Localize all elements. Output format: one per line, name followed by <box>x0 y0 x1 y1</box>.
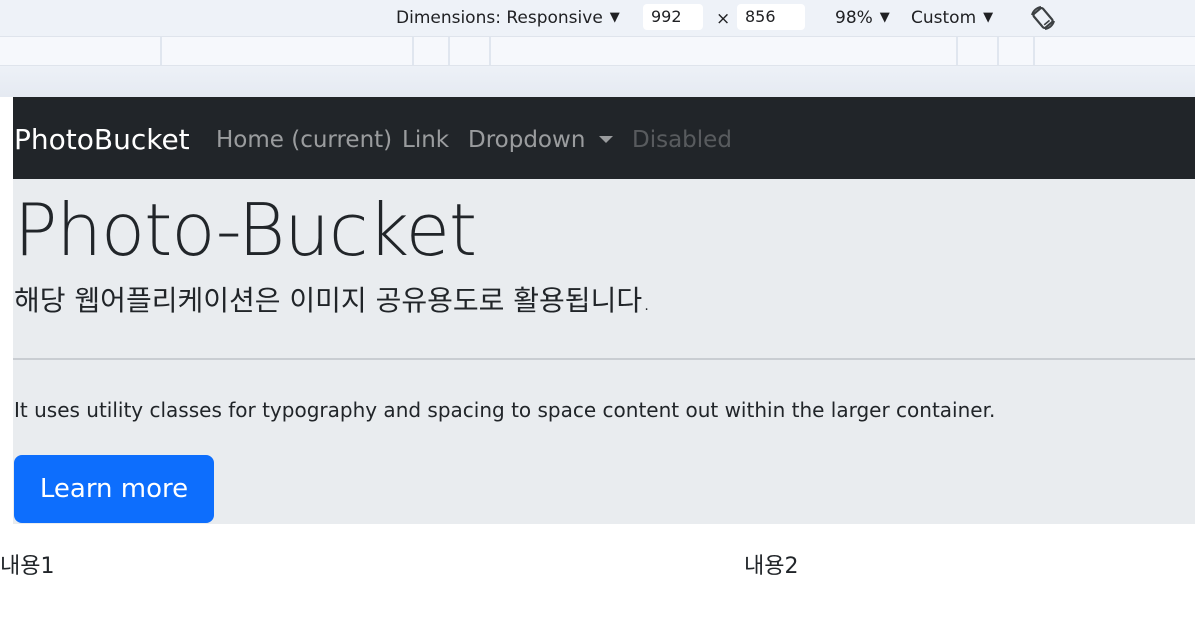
column-1-text: 내용1 <box>0 554 55 579</box>
nav-dropdown[interactable]: Dropdown <box>468 97 614 179</box>
navbar: PhotoBucket Home (current) Link Dropdown… <box>13 97 1195 179</box>
page-viewport: PhotoBucket Home (current) Link Dropdown… <box>13 97 1195 624</box>
caret-down-icon <box>599 136 614 143</box>
ruler-divider <box>956 37 958 65</box>
caret-down-icon: ▼ <box>983 10 994 25</box>
ruler-divider <box>448 37 450 65</box>
jumbotron-text: It uses utility classes for typography a… <box>14 398 996 422</box>
jumbotron: Photo-Bucket 해당 웹어플리케이션은 이미지 공유용도로 활용됩니다… <box>13 179 1195 524</box>
media-query-ruler[interactable] <box>0 36 1195 66</box>
nav-link-link[interactable]: Link <box>402 97 449 179</box>
divider <box>13 358 1195 360</box>
nav-link-home[interactable]: Home (current) <box>216 97 392 179</box>
zoom-dropdown[interactable]: 98% ▼ <box>835 0 890 36</box>
nav-dropdown-label: Dropdown <box>468 127 586 153</box>
ruler-divider <box>997 37 999 65</box>
dimensions-label: Dimensions: Responsive <box>396 8 603 28</box>
caret-down-icon: ▼ <box>609 10 620 25</box>
nav-link-disabled: Disabled <box>632 127 732 153</box>
height-input[interactable] <box>737 4 805 30</box>
navbar-brand[interactable]: PhotoBucket <box>14 97 190 179</box>
throttle-dropdown[interactable]: Custom ▼ <box>911 0 993 36</box>
width-input[interactable] <box>643 4 703 30</box>
ruler-divider <box>1033 37 1035 65</box>
dimensions-dropdown[interactable]: Dimensions: Responsive ▼ <box>396 0 620 36</box>
page-title: Photo-Bucket <box>14 188 477 272</box>
zoom-label: 98% <box>835 8 873 28</box>
rotate-icon[interactable] <box>1028 4 1058 32</box>
lead-text: 해당 웹어플리케이션은 이미지 공유용도로 활용됩니다. <box>14 284 651 317</box>
throttle-label: Custom <box>911 8 977 28</box>
caret-down-icon: ▼ <box>879 10 890 25</box>
device-toolbar: Dimensions: Responsive ▼ × 98% ▼ Custom ▼ <box>0 0 1195 36</box>
column-2-text: 내용2 <box>744 554 799 579</box>
times-separator: × <box>716 9 731 29</box>
ruler-divider <box>489 37 491 65</box>
ruler-divider <box>412 37 414 65</box>
ruler-divider <box>160 37 162 65</box>
viewport-gutter <box>0 66 1195 97</box>
learn-more-button[interactable]: Learn more <box>14 455 214 523</box>
